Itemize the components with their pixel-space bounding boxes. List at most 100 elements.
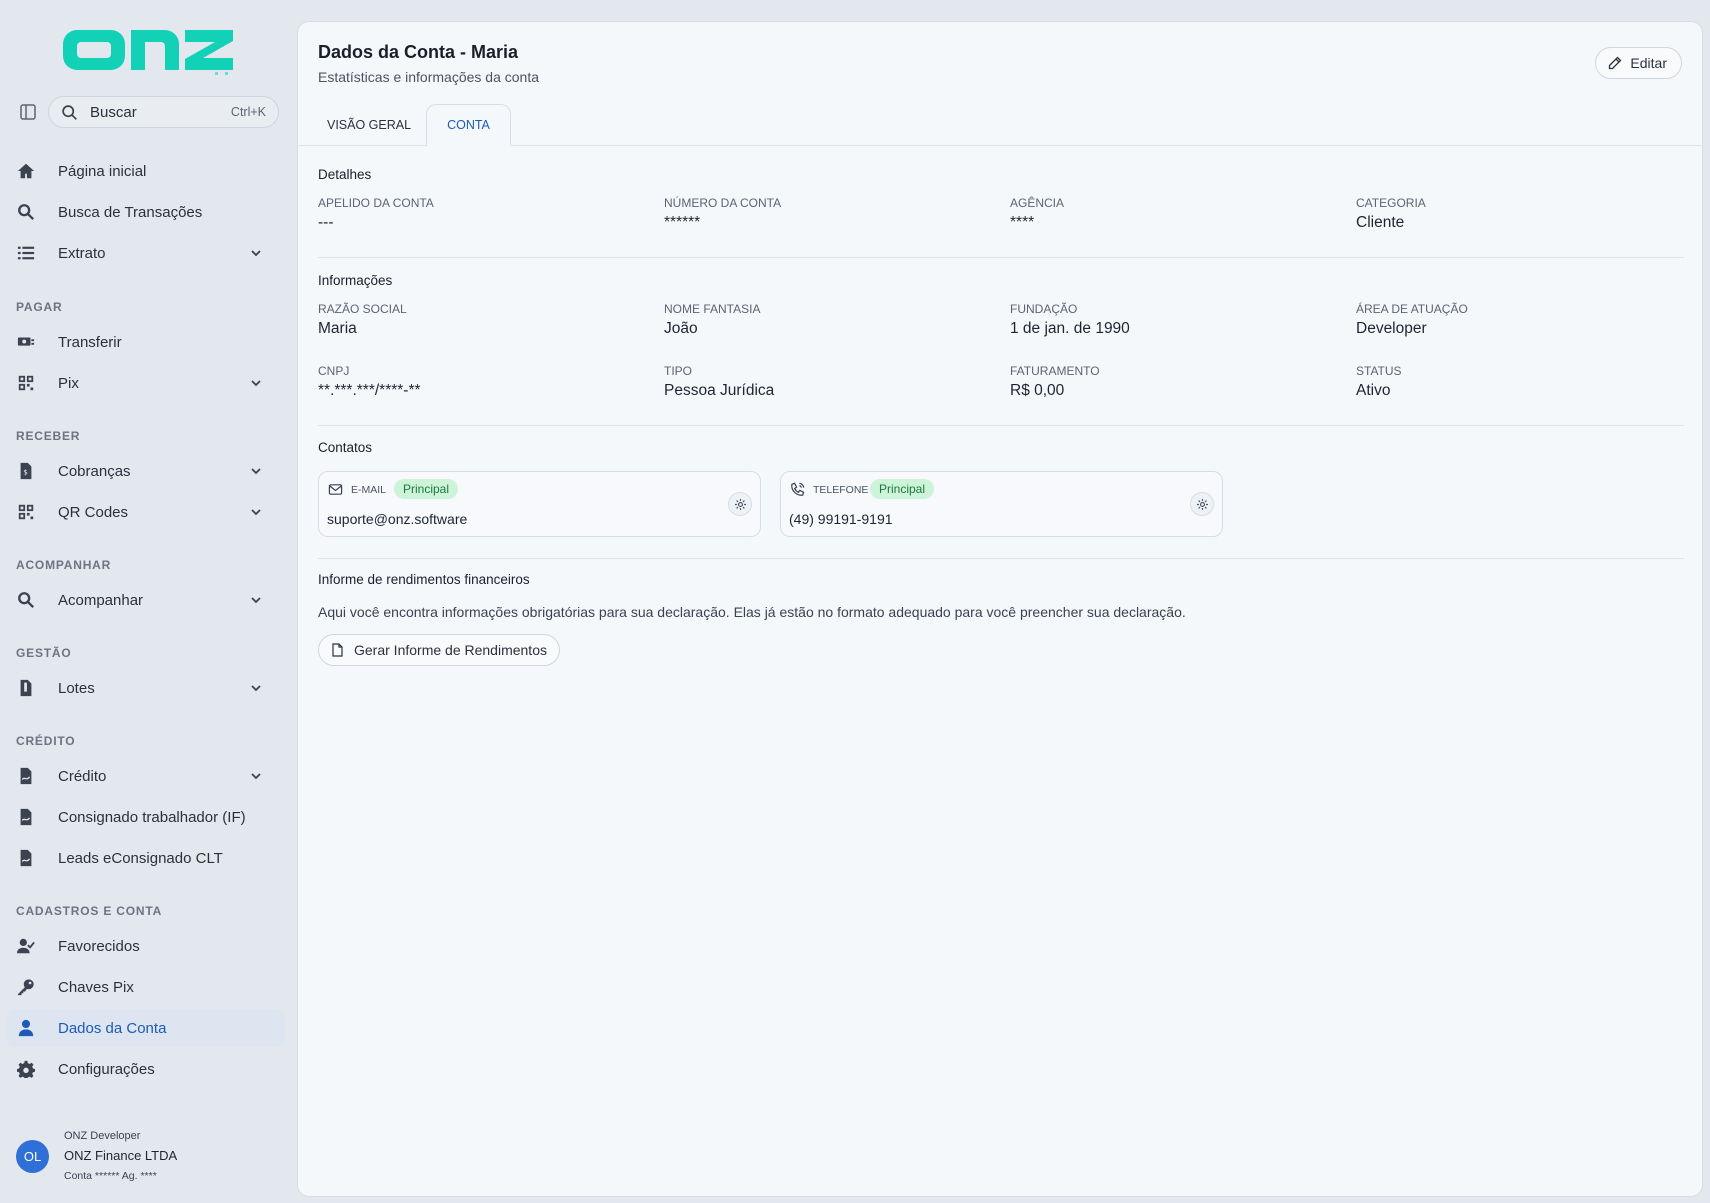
sidebar-item-cobrancas[interactable]: $ Cobranças — [6, 452, 285, 490]
sidebar-item-acompanhar[interactable]: Acompanhar — [6, 581, 285, 619]
sidebar-item-favorecidos[interactable]: Favorecidos — [6, 927, 285, 965]
field-label: NOME FANTASIA — [664, 302, 761, 316]
edit-button-label: Editar — [1630, 55, 1667, 71]
field-apelido: APELIDO DA CONTA --- — [318, 196, 434, 232]
credit-file-icon — [16, 766, 36, 786]
contact-settings-button[interactable] — [1190, 492, 1214, 516]
field-status: STATUS Ativo — [1356, 364, 1402, 400]
user-account-switcher[interactable]: OL ONZ Developer ONZ Finance LTDA Conta … — [16, 1130, 286, 1186]
phone-icon — [791, 482, 805, 496]
tab-visao-geral[interactable]: VISÃO GERAL — [312, 104, 426, 146]
field-value: Cliente — [1356, 214, 1405, 231]
svg-text:$: $ — [23, 468, 28, 477]
sidebar-item-label: Chaves Pix — [58, 978, 134, 996]
list-icon — [16, 243, 36, 263]
principal-badge: Principal — [870, 479, 935, 499]
informe-description: Aqui você encontra informações obrigatór… — [318, 604, 1186, 620]
gerar-informe-button[interactable]: Gerar Informe de Rendimentos — [318, 634, 560, 666]
field-agencia: AGÊNCIA **** — [1010, 196, 1064, 232]
sidebar-item-chaves-pix[interactable]: Chaves Pix — [6, 968, 285, 1006]
section-title-receber: RECEBER — [16, 429, 81, 443]
contact-value: (49) 99191-9191 — [789, 511, 893, 527]
pencil-icon — [1609, 56, 1622, 70]
sidebar-item-label: Consignado trabalhador (IF) — [58, 808, 246, 826]
field-razao-social: RAZÃO SOCIAL Maria — [318, 302, 407, 338]
field-label: TIPO — [664, 364, 693, 378]
onz-logo[interactable] — [55, 22, 237, 78]
field-label: NÚMERO DA CONTA — [664, 196, 782, 210]
sidebar-item-label: Dados da Conta — [58, 1019, 167, 1037]
field-value: **.***.***/****-** — [318, 382, 421, 399]
sidebar-item-label: Lotes — [58, 679, 95, 697]
section-title-pagar: PAGAR — [16, 300, 63, 314]
field-value: 1 de jan. de 1990 — [1010, 320, 1130, 337]
section-heading-informacoes: Informações — [318, 273, 393, 288]
sidebar-item-pagina-inicial[interactable]: Página inicial — [6, 152, 285, 190]
edit-button[interactable]: Editar — [1595, 47, 1682, 79]
gear-icon — [16, 1059, 36, 1079]
qr-grid-icon — [16, 373, 36, 393]
tab-bar: VISÃO GERAL CONTA — [312, 104, 511, 146]
section-heading-detalhes: Detalhes — [318, 167, 372, 182]
sidebar-item-label: Favorecidos — [58, 937, 140, 955]
field-value: Pessoa Jurídica — [664, 382, 775, 399]
qr-grid-icon — [16, 502, 36, 522]
sidebar-item-transferir[interactable]: Transferir — [6, 323, 285, 361]
section-title-credito: CRÉDITO — [16, 734, 76, 748]
chevron-down-icon — [251, 597, 261, 604]
sidebar-item-label: QR Codes — [58, 503, 129, 521]
sidebar-item-extrato[interactable]: Extrato — [6, 234, 285, 272]
sidebar-item-qr-codes[interactable]: QR Codes — [6, 493, 285, 531]
sidebar-item-label: Página inicial — [58, 162, 147, 180]
field-tipo: TIPO Pessoa Jurídica — [664, 364, 774, 400]
user-account: Conta ****** Ag. **** — [64, 1170, 157, 1182]
sidebar: Buscar Ctrl+K Página inicial Busca de Tr… — [0, 0, 297, 1203]
section-title-gestao: GESTÃO — [16, 646, 72, 660]
batch-file-icon — [16, 678, 36, 698]
sidebar-item-configuracoes[interactable]: Configurações — [6, 1050, 285, 1088]
main-panel: Dados da Conta - Maria Estatísticas e in… — [297, 21, 1703, 1197]
mail-icon — [328, 484, 343, 495]
field-label: CATEGORIA — [1356, 196, 1426, 210]
sidebar-item-leads-econsignado[interactable]: Leads eConsignado CLT — [6, 839, 285, 877]
field-label: AGÊNCIA — [1010, 196, 1065, 210]
tab-conta[interactable]: CONTA — [426, 104, 511, 146]
field-faturamento: FATURAMENTO R$ 0,00 — [1010, 364, 1100, 400]
field-value: ****** — [664, 214, 701, 231]
divider — [318, 558, 1684, 559]
field-value: Maria — [318, 320, 357, 337]
sidebar-item-credito[interactable]: Crédito — [6, 757, 285, 795]
field-value: João — [664, 320, 698, 337]
key-icon — [16, 977, 36, 997]
contact-settings-button[interactable] — [728, 492, 752, 516]
sidebar-item-dados-da-conta[interactable]: Dados da Conta — [6, 1009, 285, 1047]
field-nome-fantasia: NOME FANTASIA João — [664, 302, 760, 338]
field-cnpj: CNPJ **.***.***/****-** — [318, 364, 421, 400]
sidebar-item-label: Leads eConsignado CLT — [58, 849, 223, 867]
sidebar-item-pix[interactable]: Pix — [6, 364, 285, 402]
search-icon — [62, 104, 77, 120]
search-input[interactable]: Buscar Ctrl+K — [48, 96, 279, 128]
sidebar-item-label: Extrato — [58, 244, 106, 262]
divider — [318, 257, 1684, 258]
sidebar-toggle-icon[interactable] — [18, 102, 38, 122]
field-value: R$ 0,00 — [1010, 382, 1065, 399]
sidebar-item-label: Pix — [58, 374, 79, 392]
chevron-down-icon — [251, 380, 261, 387]
field-value: --- — [318, 214, 334, 231]
search-icon — [16, 202, 36, 222]
chevron-down-icon — [251, 509, 261, 516]
field-value: Developer — [1356, 320, 1427, 337]
invoice-icon: $ — [16, 461, 36, 481]
sidebar-item-consignado-trabalhador[interactable]: Consignado trabalhador (IF) — [6, 798, 285, 836]
page-title: Dados da Conta - Maria — [318, 42, 519, 62]
field-value: Ativo — [1356, 382, 1391, 399]
sidebar-item-lotes[interactable]: Lotes — [6, 669, 285, 707]
divider — [318, 425, 1684, 426]
user-role: ONZ Developer — [64, 1130, 141, 1142]
field-label: FUNDAÇÃO — [1010, 302, 1078, 316]
sidebar-item-busca-transacoes[interactable]: Busca de Transações — [6, 193, 285, 231]
gear-icon — [1196, 498, 1208, 510]
credit-file-icon — [16, 848, 36, 868]
field-area-atuacao: ÁREA DE ATUAÇÃO Developer — [1356, 302, 1468, 338]
